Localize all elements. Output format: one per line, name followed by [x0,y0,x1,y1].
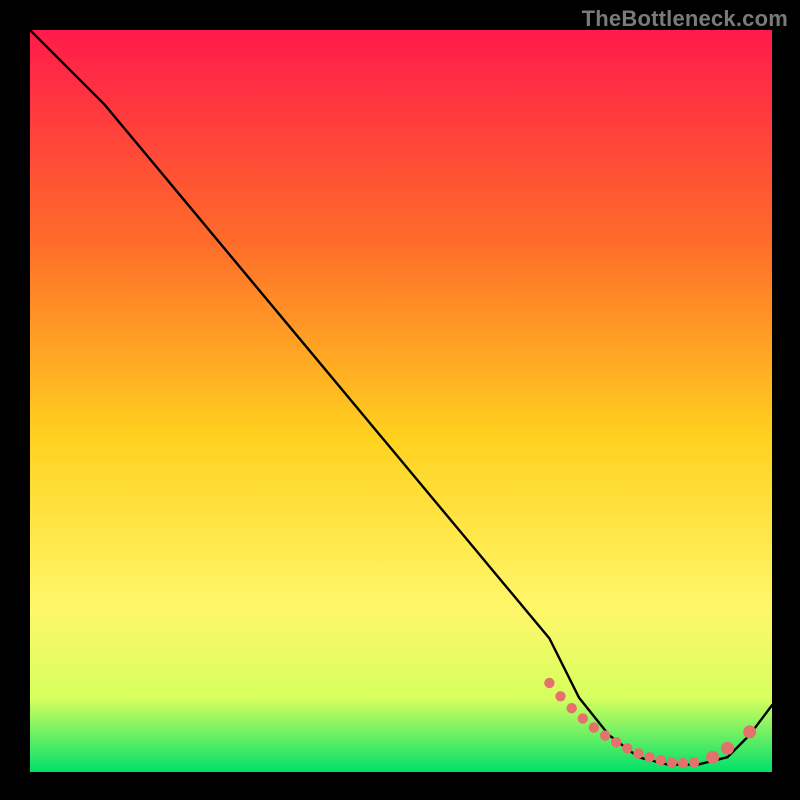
accent-dot [578,713,588,723]
accent-dot [667,757,677,767]
accent-dot [721,742,734,755]
accent-dot [622,743,632,753]
accent-dot [555,691,565,701]
chart-frame: TheBottleneck.com [0,0,800,800]
accent-dot [644,752,654,762]
accent-dot [633,748,643,758]
attribution-text: TheBottleneck.com [582,6,788,32]
accent-dot [611,737,621,747]
accent-dot [567,703,577,713]
accent-dot [656,755,666,765]
plot-background [30,30,772,772]
accent-dot [544,678,554,688]
accent-dot [689,757,699,767]
accent-dot [678,758,688,768]
accent-dot [589,722,599,732]
bottleneck-chart [30,30,772,772]
accent-dot [706,751,719,764]
accent-dot [600,730,610,740]
accent-dot [743,725,756,738]
